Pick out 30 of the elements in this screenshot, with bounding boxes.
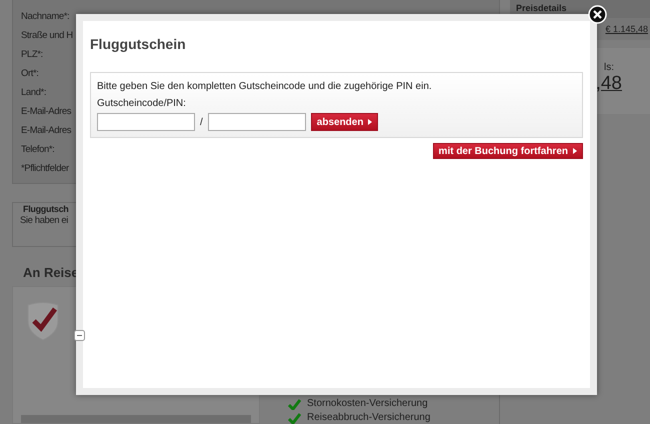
field-label: Gutscheincode/PIN: — [97, 98, 187, 109]
close-icon[interactable] — [588, 5, 607, 24]
field-label: Straße und H — [21, 29, 73, 42]
separator-text: / — [200, 116, 203, 128]
checkmark-icon — [288, 412, 301, 424]
field-label: PLZ*: — [21, 48, 43, 61]
price-link[interactable]: € 1.145,48 — [605, 24, 648, 34]
collapse-icon[interactable] — [74, 330, 85, 341]
shield-check-icon — [25, 301, 61, 341]
submit-button[interactable]: absenden — [310, 113, 378, 131]
arrow-icon — [368, 119, 372, 125]
continue-button[interactable]: mit der Buchung fortfahren — [432, 143, 583, 159]
field-label: Telefon*: — [21, 143, 54, 156]
total-label: ls: — [604, 62, 614, 73]
checkmark-icon — [288, 398, 301, 410]
required-note: *Pflichtfelder — [21, 162, 69, 175]
insurance-item: Stornokosten-Versicherung — [307, 398, 428, 410]
code-input[interactable] — [97, 113, 195, 131]
field-label: Nachname*: — [21, 10, 70, 23]
instruction-text: Bitte geben Sie den kompletten Gutscheincode und die zugehörige PIN ein. — [97, 81, 433, 92]
total-price[interactable]: ,48 — [596, 73, 622, 95]
arrow-icon — [573, 148, 577, 154]
field-label: E-Mail-Adres — [21, 105, 72, 118]
field-label: E-Mail-Adres — [21, 124, 72, 137]
pin-input[interactable] — [208, 113, 306, 131]
field-label: Land*: — [21, 86, 46, 99]
dialog-title: Fluggutschein — [90, 36, 187, 52]
field-label: Ort*: — [21, 67, 39, 80]
insurance-item: Reiseabbruch-Versicherung — [307, 412, 430, 424]
section-text: Sie haben ei — [20, 215, 68, 226]
